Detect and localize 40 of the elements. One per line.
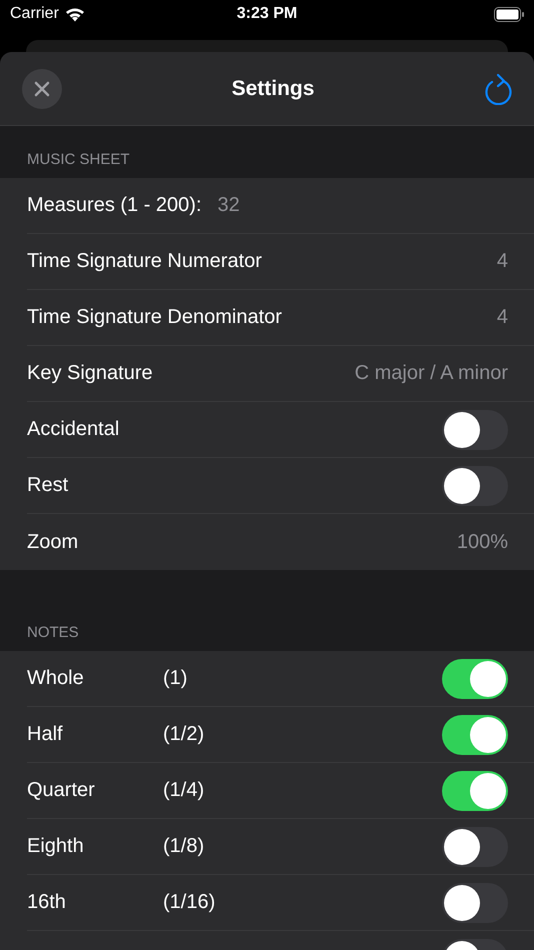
close-button[interactable]	[22, 68, 62, 108]
setting-value[interactable]: C major / A minor	[354, 362, 508, 385]
setting-label: Key Signature	[27, 362, 153, 385]
note-name: 16th	[27, 891, 66, 914]
setting-label: Zoom	[27, 530, 78, 554]
setting-label: Rest	[27, 474, 68, 497]
toggle-switch[interactable]	[442, 714, 508, 754]
setting-label: Accidental	[27, 418, 120, 441]
toggle-switch[interactable]	[442, 770, 508, 810]
toggle-switch[interactable]	[442, 882, 508, 922]
wifi-icon	[64, 6, 85, 22]
setting-value[interactable]: 4	[496, 306, 508, 329]
setting-value[interactable]: 4	[496, 250, 508, 273]
setting-label: Time Signature Denominator	[27, 306, 282, 329]
measures-field[interactable]: 32	[218, 194, 278, 217]
note-fraction: (1/4)	[163, 779, 204, 802]
note-name: Half	[27, 723, 63, 746]
note-fraction: (1)	[163, 667, 188, 690]
toggle-switch[interactable]	[442, 410, 508, 450]
setting-value[interactable]: 100%	[456, 530, 508, 554]
note-fraction: (1/8)	[163, 835, 204, 858]
toggle-switch[interactable]	[442, 826, 508, 866]
note-fraction: (1/16)	[163, 891, 216, 914]
clock-time: 3:23 PM	[236, 5, 298, 23]
refresh-button[interactable]	[484, 72, 512, 104]
close-icon	[34, 80, 50, 96]
setting-label: Measures (1 - 200):	[27, 194, 202, 217]
section-header: NOTES	[27, 624, 79, 641]
note-name: Eighth	[27, 835, 84, 858]
toggle-switch[interactable]	[442, 658, 508, 698]
note-name: Quarter	[27, 779, 95, 802]
toggle-switch[interactable]	[442, 466, 508, 506]
refresh-icon	[484, 72, 512, 104]
note-name: Whole	[27, 667, 84, 690]
battery-icon	[494, 6, 524, 22]
note-fraction: (1/2)	[163, 723, 204, 746]
section-header: MUSIC SHEET	[27, 151, 130, 168]
setting-label: Time Signature Numerator	[27, 250, 262, 273]
carrier-label: Carrier	[10, 5, 59, 23]
screen-title: Settings	[232, 76, 314, 100]
